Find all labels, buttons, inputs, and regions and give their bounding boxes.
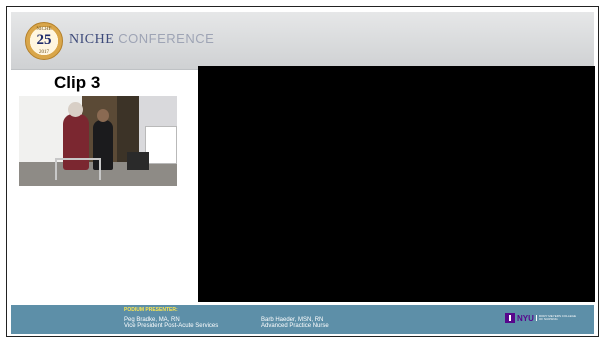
- slide-frame: NICHE 25 2017 NICHE CONFERENCE Clip 3 PO…: [6, 6, 599, 337]
- niche-25-anniversary-logo: NICHE 25 2017: [25, 22, 63, 60]
- video-player[interactable]: [198, 66, 595, 302]
- nyu-torch-icon: [505, 313, 515, 323]
- thumbnail-nurse-head: [97, 109, 109, 122]
- conference-title-word: CONFERENCE: [118, 31, 215, 46]
- presenter-2-role: Advanced Practice Nurse: [261, 323, 329, 329]
- thumbnail-chair: [127, 152, 149, 170]
- nyu-name: NYU: [517, 313, 534, 323]
- presenter-2: Barb Haeder, MSN, RN Advanced Practice N…: [261, 317, 329, 329]
- clip-thumbnail[interactable]: [19, 96, 177, 186]
- logo-bottom-text: 2017: [39, 50, 49, 55]
- thumbnail-walker: [55, 158, 101, 180]
- presenter-1-role: Vice President Post-Acute Services: [124, 323, 219, 329]
- footer-band: PODIUM PRESENTER: Peg Bradke, MA, RN Vic…: [11, 305, 594, 334]
- thumbnail-patient-head: [68, 102, 83, 117]
- header-band: NICHE 25 2017 NICHE CONFERENCE: [11, 12, 594, 70]
- logo-number: 25: [36, 32, 52, 48]
- presenter-heading: PODIUM PRESENTER:: [124, 307, 178, 313]
- conference-title: NICHE CONFERENCE: [69, 31, 214, 48]
- presenter-1: Peg Bradke, MA, RN Vice President Post-A…: [124, 317, 218, 329]
- clip-label: Clip 3: [54, 73, 101, 92]
- nyu-college-name: RORY MEYERS COLLEGE OF NURSING: [535, 315, 579, 321]
- conference-title-niche: NICHE: [69, 32, 115, 47]
- thumbnail-projection-screen: [145, 126, 177, 164]
- nyu-logo: NYU RORY MEYERS COLLEGE OF NURSING: [505, 312, 579, 324]
